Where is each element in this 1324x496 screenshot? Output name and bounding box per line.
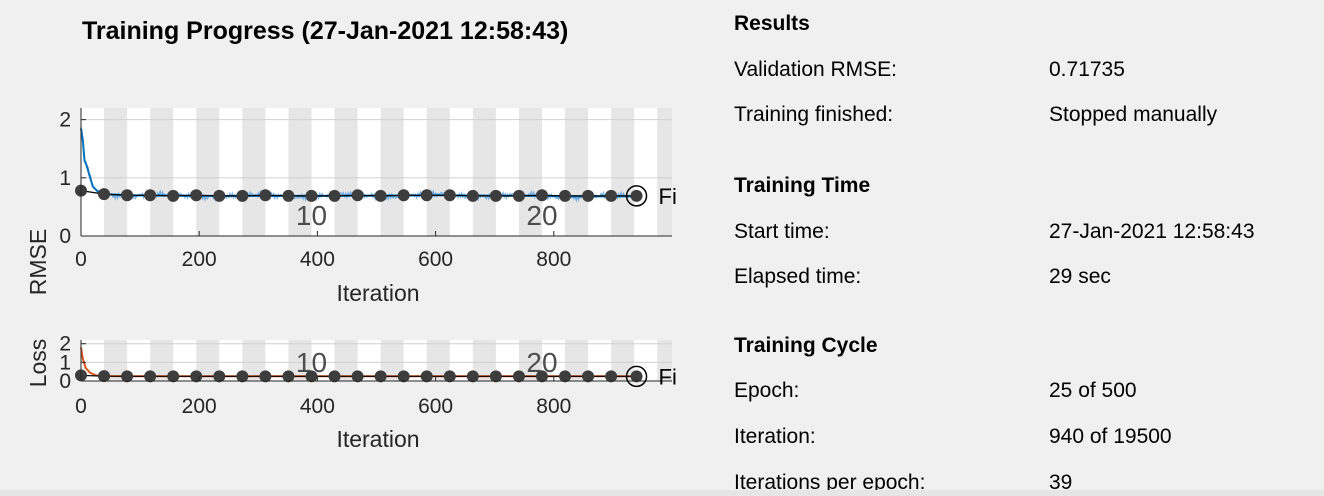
validation-point [167,189,180,202]
epoch-band [380,108,404,236]
validation-point [98,370,111,383]
validation-point [466,189,479,202]
validation-point [605,189,618,202]
elapsed-time-value: 29 sec [1049,265,1111,288]
epoch-band [657,108,672,236]
validation-point [351,189,364,202]
x-tick-label: 800 [536,395,571,418]
x-tick-label: 400 [300,395,335,418]
x-tick-label: 600 [418,395,453,418]
validation-point [374,189,387,202]
validation-point [328,189,341,202]
epoch-band [565,108,589,236]
epoch-band [150,108,174,236]
epoch-bands [81,108,672,236]
validation-point [305,189,318,202]
rmse-chart: 10 20 0 200 400 600 800 0 1 2 Fi RMSE Iteration [25,108,677,306]
validation-point [630,189,643,202]
iteration-label: Iteration: [734,425,816,448]
x-tick-label: 0 [75,248,87,271]
results-panel: Results Validation RMSE: 0.71735 Trainin… [734,0,1324,496]
validation-point [582,189,595,202]
validation-point [489,189,502,202]
epoch-number: 20 [526,200,557,231]
validation-point [144,189,157,202]
epoch-band [472,108,496,236]
loss-xlabel: Iteration [336,426,419,452]
epoch-band [426,108,450,236]
y-tick-label: 2 [59,109,71,132]
training-finished-label: Training finished: [734,103,894,126]
validation-point [190,189,203,202]
y-tick-label: 1 [59,167,71,190]
start-time-label: Start time: [734,220,830,243]
validation-point [121,189,134,202]
training-cycle-heading: Training Cycle [734,334,878,357]
rmse-xlabel: Iteration [336,280,419,306]
loss-ylabel: Loss [25,339,51,388]
x-tick-label: 0 [75,395,87,418]
validation-point [98,188,111,201]
loss-chart: 10 20 0 200 400 600 800012 Fi Loss Iteration [25,333,677,452]
validation-point [559,189,572,202]
validation-rmse-label: Validation RMSE: [734,58,898,81]
iteration-value: 940 of 19500 [1049,425,1172,448]
epoch-band [611,108,635,236]
final-label: Fi [659,184,677,209]
rmse-ylabel: RMSE [25,229,51,295]
epoch-number: 10 [296,200,327,231]
x-tick-label: 400 [300,248,335,271]
y-tick-label: 0 [59,225,71,248]
elapsed-time-label: Elapsed time: [734,265,862,288]
chart-title: Training Progress (27-Jan-2021 12:58:43) [82,17,569,45]
validation-point [236,189,249,202]
validation-point [213,189,226,202]
training-time-heading: Training Time [734,174,871,197]
x-tick-label: 800 [536,248,571,271]
epoch-band [242,108,266,236]
epoch-value: 25 of 500 [1049,379,1137,402]
validation-point [443,189,456,202]
results-heading: Results [734,12,810,35]
x-tick-label: 200 [182,248,217,271]
y-tick-label: 2 [59,333,71,356]
x-tick-label: 600 [418,248,453,271]
epoch-band [196,108,220,236]
x-tick-label: 200 [182,395,217,418]
start-time-value: 27-Jan-2021 12:58:43 [1049,220,1255,243]
validation-point [397,189,410,202]
training-finished-value: Stopped manually [1049,103,1218,126]
validation-rmse-value: 0.71735 [1049,58,1125,81]
epoch-band [104,108,128,236]
validation-point [282,189,295,202]
epoch-label: Epoch: [734,379,800,402]
validation-point [420,189,433,202]
validation-point [259,189,272,202]
bottom-edge [0,490,1324,496]
validation-point [512,189,525,202]
epoch-band [334,108,358,236]
validation-point [535,189,548,202]
final-label: Fi [659,364,677,389]
